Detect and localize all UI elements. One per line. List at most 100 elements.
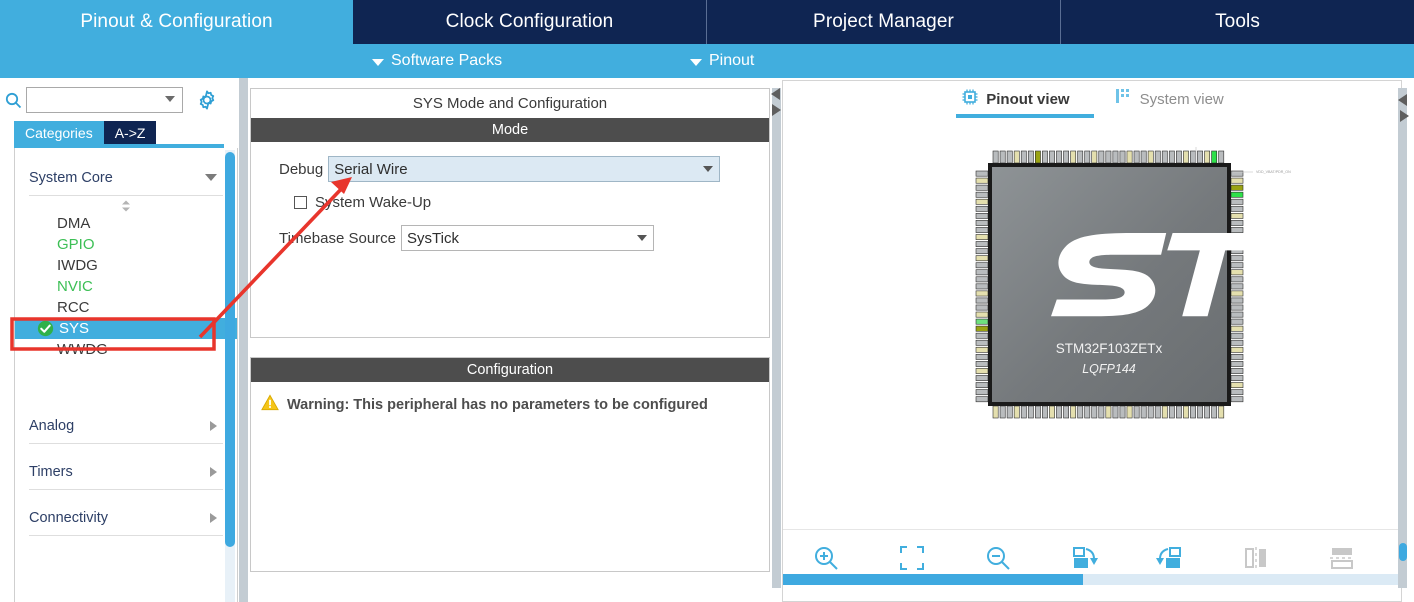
software-packs-label: Software Packs xyxy=(391,52,503,69)
chevron-down-icon xyxy=(690,58,702,66)
zoom-out-icon[interactable] xyxy=(955,544,1041,572)
sidebar-item-wwdg[interactable]: WWDG xyxy=(15,339,237,360)
peripheral-sidebar: Categories A->Z System Core DMA GPIO IWD… xyxy=(0,78,238,602)
chip-package: LQFP144 xyxy=(1082,362,1136,376)
tab-system-view[interactable]: System view xyxy=(1115,89,1224,109)
chevron-right-icon xyxy=(210,466,217,477)
system-wakeup-label: System Wake-Up xyxy=(315,194,432,211)
center-collapse-arrows[interactable] xyxy=(770,88,782,116)
chip-part-number: STM32F103ZETx xyxy=(1056,341,1163,356)
main-tab-bar: Pinout & Configuration Clock Configurati… xyxy=(0,0,1414,44)
warning-triangle-icon xyxy=(261,394,279,416)
tab-clock-configuration[interactable]: Clock Configuration xyxy=(353,0,707,44)
sidebar-scrollbar-thumb[interactable] xyxy=(225,152,235,547)
sub-tool-bar: Software Packs Pinout xyxy=(0,44,1414,78)
sidebar-item-dma[interactable]: DMA xyxy=(15,213,237,234)
search-input[interactable] xyxy=(31,89,161,111)
debug-dropdown[interactable]: Serial Wire xyxy=(328,156,721,182)
peripheral-list: System Core DMA GPIO IWDG NVIC RCC SYS W… xyxy=(14,148,238,602)
panel-title: SYS Mode and Configuration xyxy=(251,89,769,118)
mode-box: SYS Mode and Configuration Mode Debug Se… xyxy=(250,88,770,338)
tab-pinout-configuration[interactable]: Pinout & Configuration xyxy=(0,0,353,44)
tab-tools[interactable]: Tools xyxy=(1061,0,1414,44)
sidebar-item-gpio[interactable]: GPIO xyxy=(15,234,237,255)
right-collapse-arrows[interactable] xyxy=(1398,94,1412,134)
peripheral-label: WWDG xyxy=(57,341,108,358)
sidebar-group-analog[interactable]: Analog xyxy=(29,408,223,444)
flip-horizontal-icon[interactable] xyxy=(1213,544,1299,572)
check-circle-icon xyxy=(37,320,54,337)
right-splitter[interactable] xyxy=(1398,88,1407,588)
pinout-hscrollbar-thumb[interactable] xyxy=(783,574,1083,585)
grid-icon xyxy=(1115,89,1132,109)
search-icon xyxy=(0,92,26,109)
mode-section-header: Mode xyxy=(251,118,769,142)
scroll-up-down-spinner[interactable] xyxy=(15,199,237,213)
configuration-box: Configuration Warning: This peripheral h… xyxy=(250,357,770,572)
zoom-in-icon[interactable] xyxy=(783,544,869,572)
chip-icon xyxy=(962,89,978,110)
sidebar-group-label: System Core xyxy=(29,169,113,186)
stm32cubemx-window: Pinout & Configuration Clock Configurati… xyxy=(0,0,1414,602)
sidebar-item-nvic[interactable]: NVIC xyxy=(15,276,237,297)
chevron-right-icon xyxy=(210,420,217,431)
system-wakeup-checkbox[interactable] xyxy=(294,196,307,209)
sidebar-group-label: Timers xyxy=(29,463,73,480)
timebase-row: Timebase Source SysTick xyxy=(251,225,769,251)
search-box[interactable] xyxy=(26,87,183,113)
center-splitter[interactable] xyxy=(772,88,781,588)
pinout-view-tabs: Pinout view System view xyxy=(783,81,1403,118)
sidebar-group-connectivity[interactable]: Connectivity xyxy=(29,500,223,536)
fit-to-screen-icon[interactable] xyxy=(869,545,955,571)
chevron-down-icon[interactable] xyxy=(165,96,175,102)
sidebar-view-tabs: Categories A->Z xyxy=(14,121,157,144)
chevron-down-icon xyxy=(205,174,217,181)
debug-label: Debug xyxy=(279,160,324,178)
timebase-dropdown[interactable]: SysTick xyxy=(401,225,654,251)
pinout-panel: Pinout view System view STM32F103ZETx LQ… xyxy=(782,80,1403,602)
sidebar-group-system-core[interactable]: System Core xyxy=(29,160,223,196)
pinout-menu[interactable]: Pinout xyxy=(690,52,754,70)
warning-text: Warning: This peripheral has no paramete… xyxy=(287,397,708,413)
warning-row: Warning: This peripheral has no paramete… xyxy=(251,382,769,416)
right-scroll-thumb[interactable] xyxy=(1399,543,1407,561)
sidebar-item-iwdg[interactable]: IWDG xyxy=(15,255,237,276)
tab-categories[interactable]: Categories xyxy=(14,121,104,144)
active-tab-underline xyxy=(956,113,1095,118)
system-wakeup-row[interactable]: System Wake-Up xyxy=(251,194,769,211)
svg-text:VDD_VBAT/PDR_ON: VDD_VBAT/PDR_ON xyxy=(1256,170,1291,174)
gear-icon[interactable] xyxy=(196,89,218,111)
pinout-toolbar xyxy=(783,529,1403,585)
tab-a-to-z[interactable]: A->Z xyxy=(103,121,157,144)
rotate-right-icon[interactable] xyxy=(1041,544,1127,572)
sidebar-splitter[interactable] xyxy=(239,78,248,602)
chevron-right-icon xyxy=(210,512,217,523)
configuration-panel: SYS Mode and Configuration Mode Debug Se… xyxy=(250,88,770,588)
pinout-menu-label: Pinout xyxy=(709,52,755,69)
peripheral-label: SYS xyxy=(59,320,90,337)
chip-diagram[interactable]: STM32F103ZETx LQFP144 VDD_VBAT/PDR_ON xyxy=(783,125,1403,573)
peripheral-label: IWDG xyxy=(57,257,98,274)
search-row xyxy=(0,84,238,116)
sidebar-group-timers[interactable]: Timers xyxy=(29,454,223,490)
timebase-label: Timebase Source xyxy=(279,229,396,247)
sidebar-item-rcc[interactable]: RCC xyxy=(15,297,237,318)
chevron-down-icon xyxy=(372,58,384,66)
debug-value: Serial Wire xyxy=(334,160,408,178)
debug-row: Debug Serial Wire xyxy=(251,156,769,182)
sidebar-item-sys[interactable]: SYS xyxy=(15,318,237,339)
timebase-value: SysTick xyxy=(407,229,459,247)
flip-vertical-icon[interactable] xyxy=(1299,544,1385,572)
tab-pinout-view[interactable]: Pinout view xyxy=(956,89,1095,118)
system-view-label: System view xyxy=(1139,90,1224,108)
sidebar-group-label: Connectivity xyxy=(29,509,108,526)
chevron-down-icon[interactable] xyxy=(703,166,714,172)
chevron-down-icon[interactable] xyxy=(637,235,647,241)
rotate-left-icon[interactable] xyxy=(1127,544,1213,572)
tab-project-manager[interactable]: Project Manager xyxy=(707,0,1061,44)
peripheral-label: NVIC xyxy=(57,278,93,295)
software-packs-menu[interactable]: Software Packs xyxy=(372,52,502,70)
pinout-view-label: Pinout view xyxy=(986,90,1070,108)
peripheral-label: RCC xyxy=(57,299,90,316)
configuration-section-header: Configuration xyxy=(251,358,769,382)
